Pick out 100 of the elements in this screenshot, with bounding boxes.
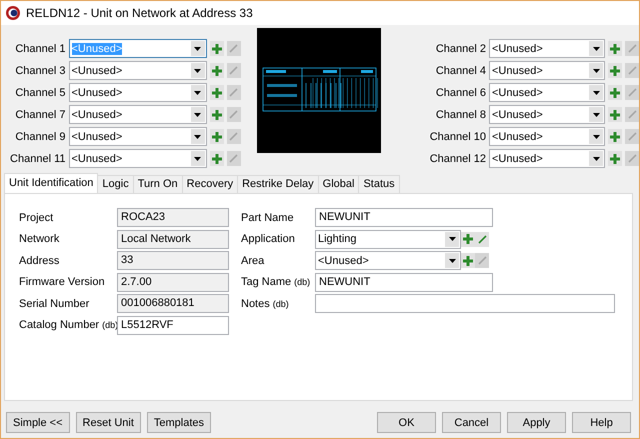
dropdown-icon[interactable] bbox=[592, 156, 600, 160]
channel-dropdown[interactable]: <Unused> bbox=[489, 127, 605, 146]
channel-dropdown[interactable]: <Unused> bbox=[68, 105, 206, 124]
text-field[interactable]: NEWUNIT bbox=[315, 208, 493, 227]
dialog-button[interactable]: OK bbox=[377, 412, 436, 433]
plus-icon bbox=[610, 44, 620, 54]
pencil-icon bbox=[628, 132, 636, 141]
dialog-button[interactable]: Apply bbox=[507, 412, 566, 433]
channel-dropdown[interactable]: <Unused> bbox=[489, 149, 605, 168]
dialog-button[interactable]: Reset Unit bbox=[76, 412, 141, 433]
field-label: Firmware Version bbox=[19, 276, 106, 288]
field-label: Notes (db) bbox=[241, 298, 290, 310]
edit-button[interactable] bbox=[226, 85, 240, 100]
add-button[interactable] bbox=[210, 63, 224, 78]
dropdown-icon[interactable] bbox=[194, 156, 201, 160]
channel-dropdown[interactable]: <Unused> bbox=[489, 61, 605, 80]
channel-dropdown[interactable]: <Unused> bbox=[68, 61, 206, 80]
add-button[interactable] bbox=[210, 151, 224, 166]
dropdown-icon[interactable] bbox=[194, 112, 201, 116]
add-button[interactable] bbox=[608, 107, 622, 122]
field-label: Address bbox=[19, 254, 60, 266]
dropdown-icon[interactable] bbox=[448, 237, 456, 241]
channel-dropdown[interactable]: <Unused> bbox=[315, 251, 461, 270]
dropdown-icon[interactable] bbox=[592, 46, 600, 50]
text-field[interactable]: Local Network bbox=[117, 230, 229, 248]
add-button[interactable] bbox=[608, 41, 622, 56]
app-logo-icon bbox=[6, 6, 20, 20]
field-label: Area bbox=[241, 254, 266, 266]
edit-button[interactable] bbox=[226, 41, 240, 56]
dropdown-icon[interactable] bbox=[592, 90, 600, 94]
dialog-button[interactable]: Simple << bbox=[6, 412, 70, 433]
plus-icon bbox=[212, 88, 222, 98]
text-field[interactable]: 33 bbox=[117, 251, 229, 270]
field-label: Application bbox=[241, 233, 296, 245]
channel-dropdown[interactable]: <Unused> bbox=[68, 83, 206, 102]
text-field[interactable]: ROCA23 bbox=[117, 208, 229, 227]
channel-dropdown[interactable]: <Unused> bbox=[489, 39, 605, 58]
channel-label: Channel 1 bbox=[15, 42, 66, 54]
dropdown-icon[interactable] bbox=[194, 68, 201, 72]
text-field[interactable] bbox=[315, 294, 615, 313]
plus-icon bbox=[212, 110, 222, 120]
plus-icon bbox=[610, 132, 620, 142]
dropdown-icon[interactable] bbox=[592, 112, 600, 116]
edit-button[interactable] bbox=[475, 232, 489, 246]
add-button[interactable] bbox=[608, 63, 622, 78]
channel-label: Channel 10 bbox=[430, 130, 486, 142]
dropdown-icon[interactable] bbox=[194, 46, 201, 50]
channel-label: Channel 3 bbox=[15, 64, 66, 76]
channel-label: Channel 4 bbox=[436, 64, 486, 76]
add-button[interactable] bbox=[461, 232, 475, 246]
channel-dropdown[interactable]: Lighting bbox=[315, 230, 461, 248]
dialog-button[interactable]: Cancel bbox=[442, 412, 501, 433]
channel-dropdown[interactable]: <Unused> bbox=[489, 83, 605, 102]
plus-icon bbox=[212, 66, 222, 76]
dropdown-icon[interactable] bbox=[448, 258, 456, 262]
edit-button[interactable] bbox=[226, 129, 240, 144]
dropdown-icon[interactable] bbox=[592, 68, 600, 72]
tab[interactable]: Unit Identification bbox=[4, 173, 98, 193]
field-label: Catalog Number (db) bbox=[19, 319, 117, 331]
pencil-icon bbox=[628, 110, 636, 119]
channel-dropdown[interactable]: <Unused> bbox=[489, 105, 605, 124]
field-label: Serial Number bbox=[19, 298, 90, 310]
field-label: Tag Name (db) bbox=[241, 276, 312, 288]
channel-dropdown[interactable]: <Unused> bbox=[68, 149, 206, 168]
plus-icon bbox=[463, 256, 473, 266]
add-button[interactable] bbox=[461, 253, 475, 268]
text-field[interactable]: L5512RVF bbox=[117, 316, 229, 334]
channel-label: Channel 2 bbox=[436, 42, 486, 54]
field-label: Project bbox=[19, 212, 54, 224]
pencil-icon bbox=[229, 154, 238, 163]
tab[interactable]: Status bbox=[358, 175, 400, 193]
pencil-icon bbox=[628, 154, 636, 163]
add-button[interactable] bbox=[608, 129, 622, 144]
dialog-button[interactable]: Templates bbox=[146, 412, 212, 433]
channel-label: Channel 8 bbox=[436, 108, 486, 120]
pencil-icon bbox=[229, 88, 238, 97]
add-button[interactable] bbox=[210, 107, 224, 122]
field-label: Part Name bbox=[241, 212, 295, 224]
dropdown-icon[interactable] bbox=[194, 90, 201, 94]
plus-icon bbox=[463, 234, 473, 244]
pencil-icon bbox=[628, 88, 636, 97]
pencil-icon bbox=[229, 44, 238, 53]
pencil-icon bbox=[229, 132, 238, 141]
add-button[interactable] bbox=[608, 151, 622, 166]
edit-button[interactable] bbox=[226, 107, 240, 122]
plus-icon bbox=[610, 66, 620, 76]
text-field[interactable]: 001006880181 bbox=[117, 294, 229, 313]
text-field[interactable]: NEWUNIT bbox=[315, 272, 493, 292]
add-button[interactable] bbox=[608, 85, 622, 100]
add-button[interactable] bbox=[210, 85, 224, 100]
edit-button[interactable] bbox=[226, 151, 240, 166]
dropdown-icon[interactable] bbox=[194, 134, 201, 138]
edit-button[interactable] bbox=[226, 63, 240, 78]
dialog-button[interactable]: Help bbox=[572, 412, 631, 433]
pencil-icon bbox=[628, 66, 636, 75]
add-button[interactable] bbox=[210, 41, 224, 56]
text-field[interactable]: 2.7.00 bbox=[117, 272, 229, 292]
channel-dropdown[interactable]: <Unused> bbox=[68, 127, 206, 146]
add-button[interactable] bbox=[210, 129, 224, 144]
dropdown-icon[interactable] bbox=[592, 134, 600, 138]
